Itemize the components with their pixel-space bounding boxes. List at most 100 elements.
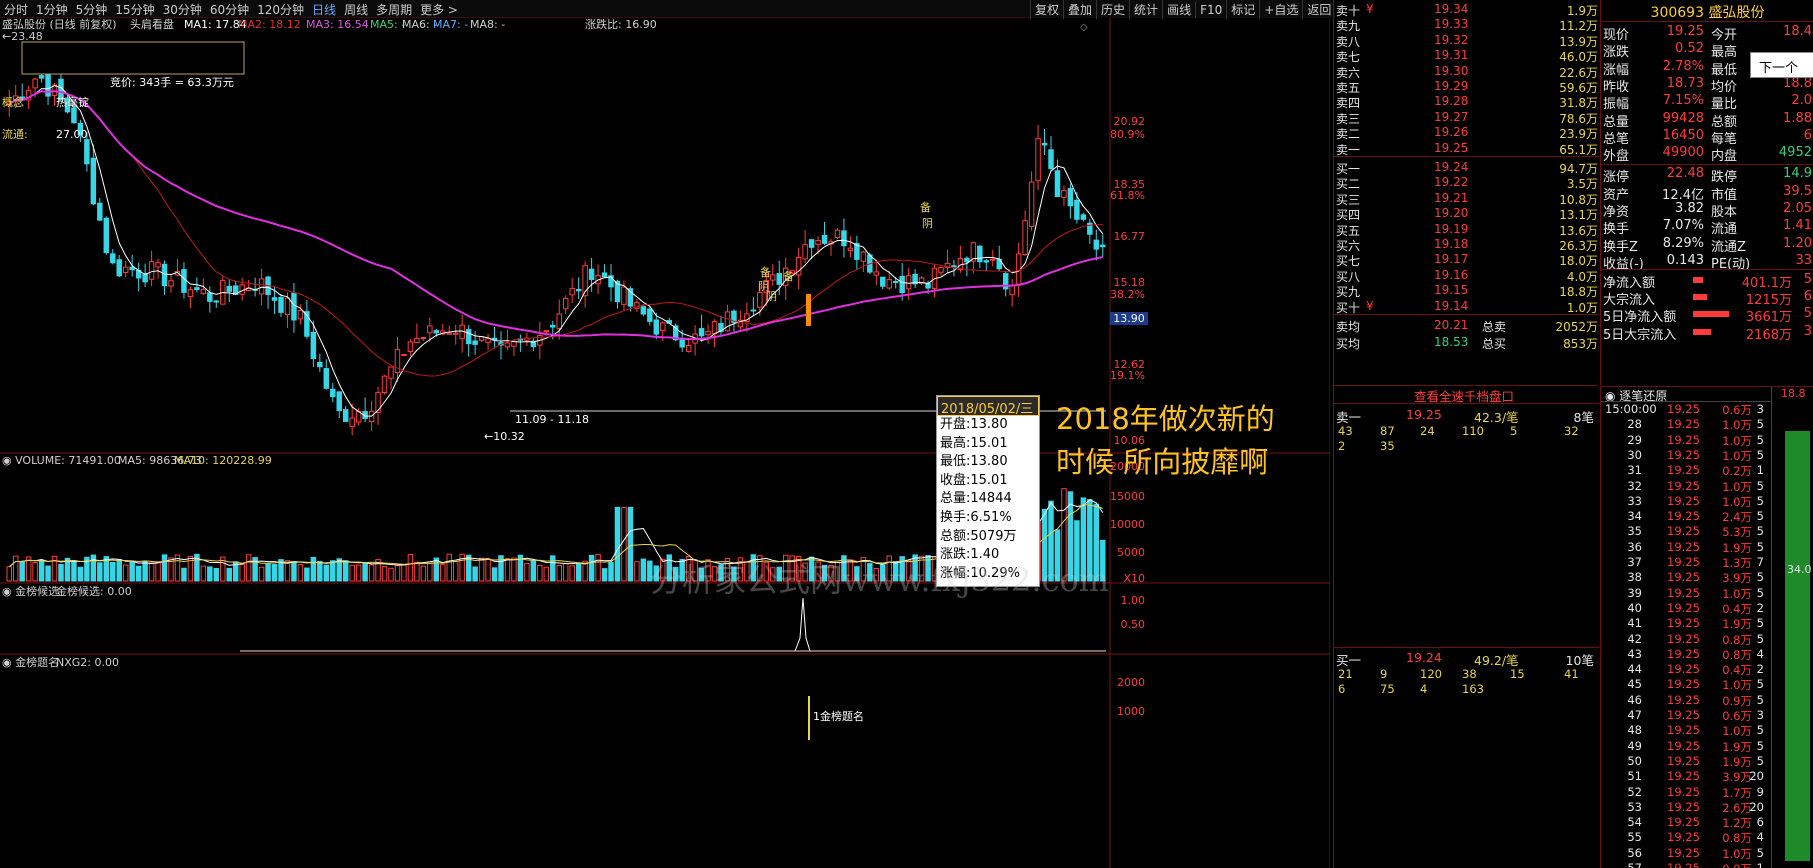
tool-button-5[interactable]: F10 (1195, 2, 1226, 18)
bei-mark-1: 备 (783, 269, 794, 283)
period-tab-4[interactable]: 30分钟 (159, 0, 206, 17)
volume-bar (640, 558, 647, 582)
ind1-axis-0: 1.00 (1121, 594, 1146, 607)
tick-vol-12: 1.0万 (1722, 586, 1752, 601)
tick-scroll-track[interactable] (1771, 387, 1772, 868)
avg-sell-label: 卖均 (1336, 320, 1361, 334)
period-tab-8[interactable]: 周线 (340, 0, 372, 17)
candle-body (155, 262, 161, 268)
tool-button-7[interactable]: +自选 (1259, 0, 1302, 19)
tick-price-22: 19.25 (1667, 738, 1700, 753)
tick-price-15: 19.25 (1667, 631, 1700, 646)
candle-body (951, 265, 957, 268)
ind2-header: ◉ 金榜题名 (2, 655, 59, 669)
price-axis-label-0: 20.92 (1114, 115, 1146, 128)
quote-row-11: 换手 7.07% 流通 1.41 (1603, 218, 1813, 237)
candle-body (575, 288, 582, 292)
candle-body (187, 289, 194, 297)
period-tab-9[interactable]: 多周期 (372, 0, 416, 17)
quote-value2-4: 2.0 (1791, 93, 1812, 109)
buy-queue-0-3: 38 (1462, 667, 1477, 681)
tick-time-30: 57 (1627, 861, 1642, 868)
candle-body (388, 366, 394, 379)
volume-bar (388, 567, 394, 582)
buy-queue-1-0: 6 (1338, 682, 1346, 696)
tick-time-4: 31 (1627, 463, 1642, 478)
candle-body (168, 280, 174, 287)
period-tab-5[interactable]: 60分钟 (206, 0, 253, 17)
candle-body (317, 361, 323, 368)
candle-body (1035, 138, 1041, 182)
quote-row-7: 外盘 49900 内盘 4952 (1603, 145, 1813, 165)
candle-body (802, 244, 808, 260)
tick-count-24: 20 (1749, 769, 1764, 784)
period-tab-7[interactable]: 日线 (308, 0, 340, 17)
candle-body (543, 330, 550, 333)
volume-bar (258, 566, 265, 582)
tick-price-5: 19.25 (1667, 478, 1700, 493)
tick-time-18: 45 (1627, 677, 1642, 692)
tick-count-29: 5 (1756, 845, 1764, 860)
bid-row-9-tag: ¥ (1366, 298, 1374, 313)
quote-label-10: 净资 (1603, 205, 1630, 220)
tool-button-4[interactable]: 画线 (1162, 0, 1195, 19)
tick-vol-13: 0.4万 (1722, 601, 1752, 616)
quote-label2-9: 市值 (1711, 187, 1738, 203)
tool-button-8[interactable]: 返回 (1302, 0, 1335, 19)
next-stock-button[interactable]: 下一个 (1750, 52, 1813, 78)
candle-body (621, 286, 627, 305)
tool-button-6[interactable]: 标记 (1226, 0, 1259, 19)
candle-body (297, 309, 304, 320)
candle-body (550, 324, 556, 328)
bid-row-9-price: 19.14 (1434, 298, 1469, 313)
volume-bar (550, 555, 556, 582)
quote-value-13: 0.143 (1666, 252, 1704, 268)
period-tab-10[interactable]: 更多 > (416, 0, 462, 17)
tick-vol-17: 0.4万 (1722, 663, 1752, 678)
candle-body (401, 353, 407, 356)
period-tab-1[interactable]: 1分钟 (32, 0, 72, 17)
tick-side-bar (1785, 431, 1810, 861)
buy-queue-0-2: 120 (1420, 667, 1442, 681)
candle-body (562, 297, 569, 310)
candle-body (485, 338, 491, 343)
tick-price-29: 19.25 (1667, 845, 1700, 860)
popup-line-2: 最低:13.80 (940, 454, 1008, 470)
candle-body (213, 300, 220, 303)
tick-count-14: 5 (1756, 616, 1764, 631)
volume-bar (304, 567, 310, 582)
tick-count-9: 5 (1756, 539, 1764, 554)
tool-button-0[interactable]: 复权 (1030, 0, 1063, 19)
volume-bar (71, 560, 77, 582)
tick-count-0: 3 (1756, 402, 1764, 416)
tick-count-19: 5 (1756, 692, 1764, 707)
tick-count-4: 1 (1756, 463, 1764, 478)
period-tab-0[interactable]: 分时 (0, 0, 32, 17)
period-tab-6[interactable]: 120分钟 (253, 0, 308, 17)
quote-value-10: 3.82 (1675, 201, 1704, 216)
quote-label2-1: 最高 (1711, 45, 1738, 61)
tool-button-3[interactable]: 统计 (1129, 0, 1162, 19)
tick-vol-5: 1.0万 (1722, 479, 1752, 494)
ind1-axis-1: 0.50 (1121, 618, 1146, 631)
tool-button-2[interactable]: 历史 (1096, 0, 1129, 19)
candle-body (465, 329, 472, 345)
flow-row-3: 5日大宗流入 2168万 3 (1603, 324, 1813, 343)
current-price-label: 13.90 (1113, 312, 1145, 325)
period-tab-2[interactable]: 5分钟 (72, 0, 112, 17)
sell-queue-1-1: 35 (1380, 439, 1395, 453)
tick-list[interactable]: ◉ 逐笔还原 15:00:00 19.25 0.6万 3 28 19.25 1.0万 5 29 19… (1600, 386, 1813, 868)
candle-body (291, 292, 297, 321)
quote-label2-7: 内盘 (1711, 149, 1738, 165)
quote-label2-2: 最低 (1711, 62, 1738, 78)
quote-value-0: 19.25 (1666, 24, 1704, 39)
tick-count-25: 9 (1756, 784, 1764, 799)
tool-button-1[interactable]: 叠加 (1063, 0, 1096, 19)
flow-label-2: 5日净流入额 (1603, 310, 1677, 326)
quote-title: 300693 盛弘股份 (1601, 0, 1813, 22)
period-tab-3[interactable]: 15分钟 (111, 0, 158, 17)
volume-bar (110, 562, 116, 582)
quote-label2-0: 今开 (1711, 28, 1738, 43)
candle-body (284, 297, 291, 316)
ask-row-9-price: 19.25 (1434, 140, 1469, 155)
